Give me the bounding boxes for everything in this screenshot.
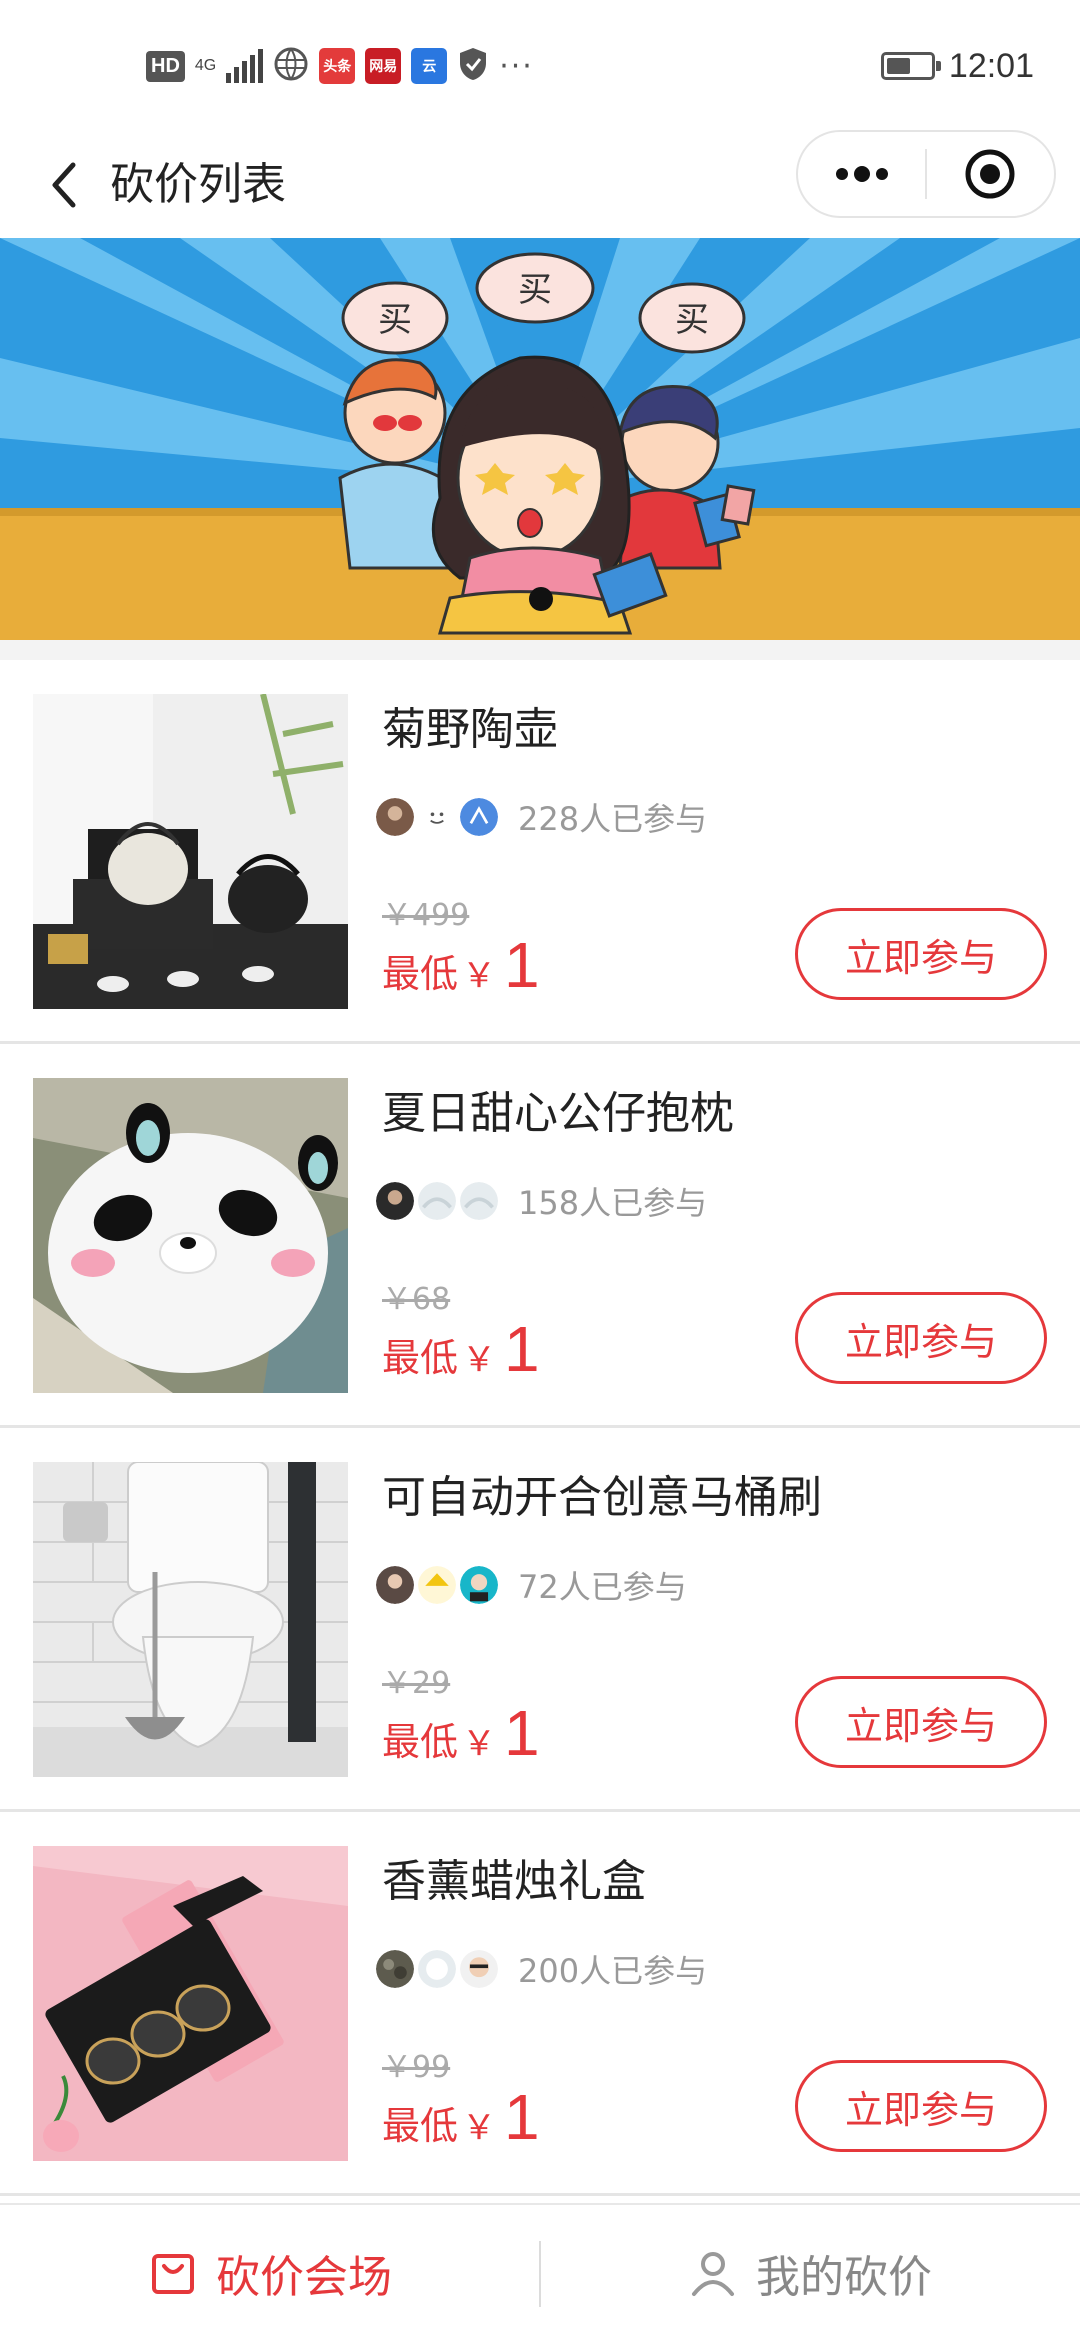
participant-count: 158人已参与 bbox=[518, 1184, 708, 1222]
product-item[interactable]: 菊野陶壶 228人已参与 ￥499 最低 ￥ 1 立即参与 bbox=[0, 660, 1080, 1044]
avatar bbox=[416, 796, 458, 838]
currency-symbol: ￥ bbox=[462, 1724, 497, 1764]
product-image-pillow[interactable] bbox=[33, 1078, 348, 1393]
min-price-label: 最低 bbox=[382, 1336, 459, 1380]
svg-text:买: 买 bbox=[518, 270, 552, 310]
product-item[interactable]: 可自动开合创意马桶刷 72人已参与 ￥29 最低 ￥ 1 立即参与 bbox=[0, 1428, 1080, 1812]
participant-avatars bbox=[374, 1180, 504, 1222]
participant-count: 72人已参与 bbox=[518, 1568, 687, 1606]
product-name: 菊野陶壶 bbox=[382, 704, 558, 755]
min-price-label: 最低 bbox=[382, 2104, 459, 2148]
product-image-candle-box[interactable] bbox=[33, 1846, 348, 2161]
participants-row: 158人已参与 bbox=[374, 1176, 707, 1226]
avatar bbox=[416, 1180, 458, 1222]
currency-symbol: ￥ bbox=[462, 1340, 497, 1380]
app-icon-netease: 网易 bbox=[365, 48, 402, 84]
globe-icon bbox=[273, 46, 309, 86]
participant-avatars bbox=[374, 1948, 504, 1990]
page-title: 砍价列表 bbox=[110, 159, 286, 210]
join-now-button[interactable]: 立即参与 bbox=[795, 908, 1047, 1000]
svg-text:买: 买 bbox=[675, 300, 709, 340]
tab-divider bbox=[539, 2241, 541, 2307]
tab-label: 砍价会场 bbox=[216, 2251, 392, 2303]
product-item[interactable]: 香薰蜡烛礼盒 200人已参与 ￥99 最低 ￥ 1 立即参与 bbox=[0, 1812, 1080, 2196]
target-icon bbox=[965, 149, 1015, 199]
shield-icon bbox=[457, 46, 489, 86]
avatar bbox=[416, 1948, 458, 1990]
min-price-value: 1 bbox=[504, 1697, 540, 1769]
avatar bbox=[374, 1180, 416, 1222]
avatar bbox=[374, 796, 416, 838]
app-icon-toutiao: 头条 bbox=[319, 48, 356, 84]
tab-bargain-hall[interactable]: 砍价会场 bbox=[0, 2205, 540, 2340]
avatar bbox=[458, 1948, 500, 1990]
signal-icon bbox=[226, 49, 264, 83]
min-price-value: 1 bbox=[504, 1313, 540, 1385]
status-icons-right: 12:01 bbox=[880, 44, 1034, 88]
menu-button[interactable] bbox=[798, 132, 925, 216]
participant-avatars bbox=[374, 796, 504, 838]
avatar bbox=[458, 796, 500, 838]
minimum-price: 最低 ￥ 1 bbox=[382, 1312, 540, 1386]
avatar bbox=[374, 1948, 416, 1990]
status-bar: HD 4G 头条 网易 云 ··· 12:01 bbox=[0, 0, 1080, 130]
avatar bbox=[458, 1180, 500, 1222]
minimum-price: 最低 ￥ 1 bbox=[382, 2080, 540, 2154]
status-icons-left: HD 4G 头条 网易 云 ··· bbox=[146, 46, 534, 86]
join-now-button[interactable]: 立即参与 bbox=[795, 1676, 1047, 1768]
shopping-bag-icon bbox=[152, 2253, 194, 2294]
hd-badge: HD bbox=[146, 50, 185, 82]
carousel-indicator-dot[interactable] bbox=[529, 587, 553, 611]
network-type: 4G bbox=[194, 57, 217, 74]
banner-illustration: 买 买 买 bbox=[0, 238, 1080, 640]
currency-symbol: ￥ bbox=[462, 2108, 497, 2148]
bottom-tab-bar: 砍价会场 我的砍价 bbox=[0, 2203, 1080, 2340]
back-button[interactable] bbox=[30, 150, 100, 220]
close-mini-program-button[interactable] bbox=[927, 132, 1054, 216]
product-item[interactable]: 夏日甜心公仔抱枕 158人已参与 ￥68 最低 ￥ 1 立即参与 bbox=[0, 1044, 1080, 1428]
min-price-value: 1 bbox=[504, 929, 540, 1001]
clock: 12:01 bbox=[948, 46, 1034, 85]
product-name: 夏日甜心公仔抱枕 bbox=[382, 1088, 734, 1139]
minimum-price: 最低 ￥ 1 bbox=[382, 1696, 540, 1770]
product-name: 可自动开合创意马桶刷 bbox=[382, 1472, 822, 1523]
participant-count: 200人已参与 bbox=[518, 1952, 708, 1990]
avatar bbox=[416, 1564, 458, 1606]
participants-row: 72人已参与 bbox=[374, 1560, 687, 1610]
mini-program-capsule bbox=[796, 130, 1056, 218]
battery-icon bbox=[880, 52, 941, 80]
app-icon-cloud: 云 bbox=[411, 48, 448, 84]
participants-row: 200人已参与 bbox=[374, 1944, 707, 1994]
banner-carousel[interactable]: 买 买 买 bbox=[0, 238, 1080, 640]
user-icon bbox=[692, 2251, 734, 2296]
more-notifications-icon: ··· bbox=[499, 48, 534, 84]
participant-count: 228人已参与 bbox=[518, 800, 708, 838]
avatar bbox=[458, 1564, 500, 1606]
tab-label: 我的砍价 bbox=[756, 2251, 932, 2303]
tab-my-bargains[interactable]: 我的砍价 bbox=[540, 2205, 1080, 2340]
min-price-value: 1 bbox=[504, 2081, 540, 2153]
product-image-teapot[interactable] bbox=[33, 694, 348, 1009]
product-image-toilet-brush[interactable] bbox=[33, 1462, 348, 1777]
svg-text:买: 买 bbox=[378, 300, 412, 340]
join-now-button[interactable]: 立即参与 bbox=[795, 2060, 1047, 2152]
participant-avatars bbox=[374, 1564, 504, 1606]
min-price-label: 最低 bbox=[382, 952, 459, 996]
section-divider bbox=[0, 640, 1080, 660]
participants-row: 228人已参与 bbox=[374, 792, 707, 842]
nav-bar: 砍价列表 bbox=[0, 130, 1080, 240]
min-price-label: 最低 bbox=[382, 1720, 459, 1764]
product-name: 香薰蜡烛礼盒 bbox=[382, 1856, 646, 1907]
product-list: 菊野陶壶 228人已参与 ￥499 最低 ￥ 1 立即参与 夏日甜心公仔抱枕 1… bbox=[0, 660, 1080, 2196]
currency-symbol: ￥ bbox=[462, 956, 497, 996]
chevron-left-icon bbox=[52, 162, 76, 208]
minimum-price: 最低 ￥ 1 bbox=[382, 928, 540, 1002]
join-now-button[interactable]: 立即参与 bbox=[795, 1292, 1047, 1384]
more-dots-icon bbox=[835, 166, 888, 182]
avatar bbox=[374, 1564, 416, 1606]
